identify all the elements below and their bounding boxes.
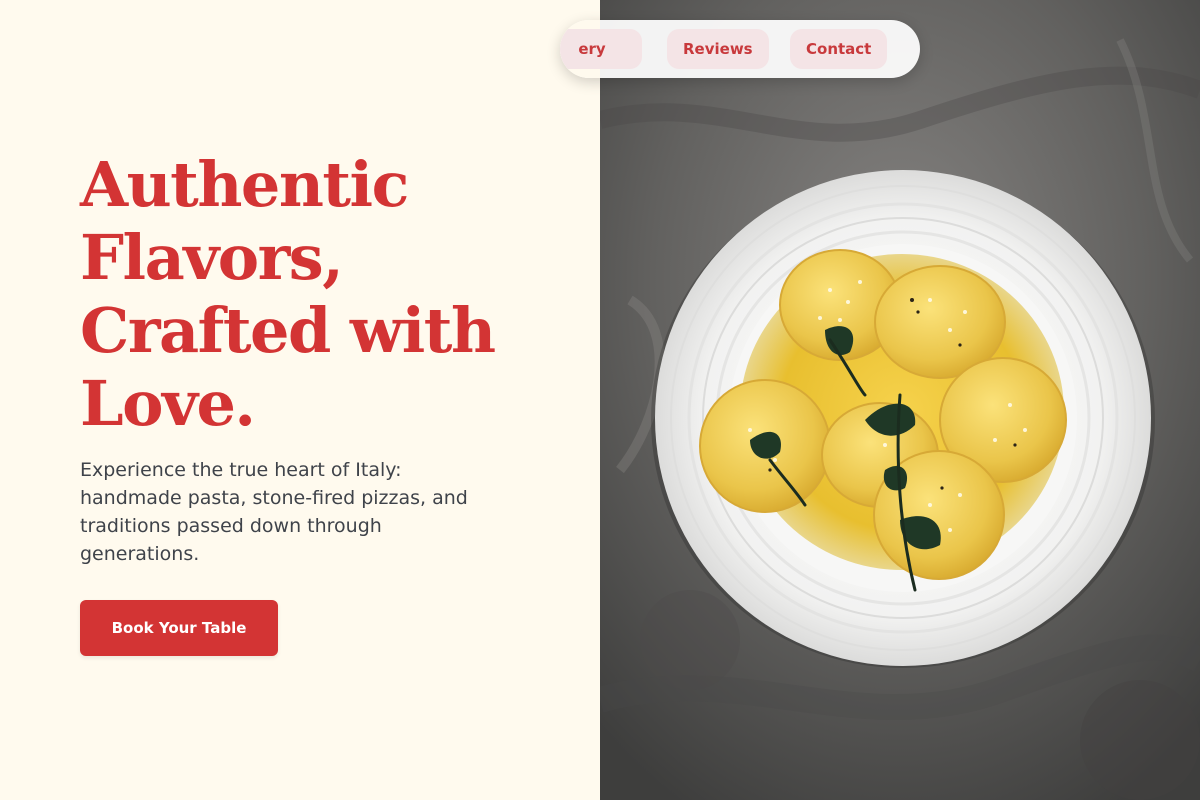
hero-title-line-3: Crafted with — [80, 294, 496, 367]
hero-title: Authentic Flavors, Crafted with Love. — [80, 148, 550, 440]
hero-title-line-4: Love. — [80, 367, 256, 440]
book-table-button[interactable]: Book Your Table — [80, 600, 278, 656]
nav-item-contact[interactable]: Contact — [790, 29, 888, 69]
hero-text-panel: Authentic Flavors, Crafted with Love. Ex… — [0, 0, 600, 800]
page: Authentic Flavors, Crafted with Love. Ex… — [0, 0, 1200, 800]
hero-title-line-1: Authentic — [80, 148, 409, 221]
pasta-dish-image — [600, 0, 1200, 800]
hero-image-panel — [600, 0, 1200, 800]
nav-item-gallery[interactable]: ery — [560, 29, 642, 69]
nav-item-reviews[interactable]: Reviews — [667, 29, 769, 69]
hero-title-line-2: Flavors, — [80, 221, 344, 294]
hero-description: Experience the true heart of Italy: hand… — [80, 459, 468, 565]
main-nav: ery Reviews Contact — [560, 20, 920, 78]
